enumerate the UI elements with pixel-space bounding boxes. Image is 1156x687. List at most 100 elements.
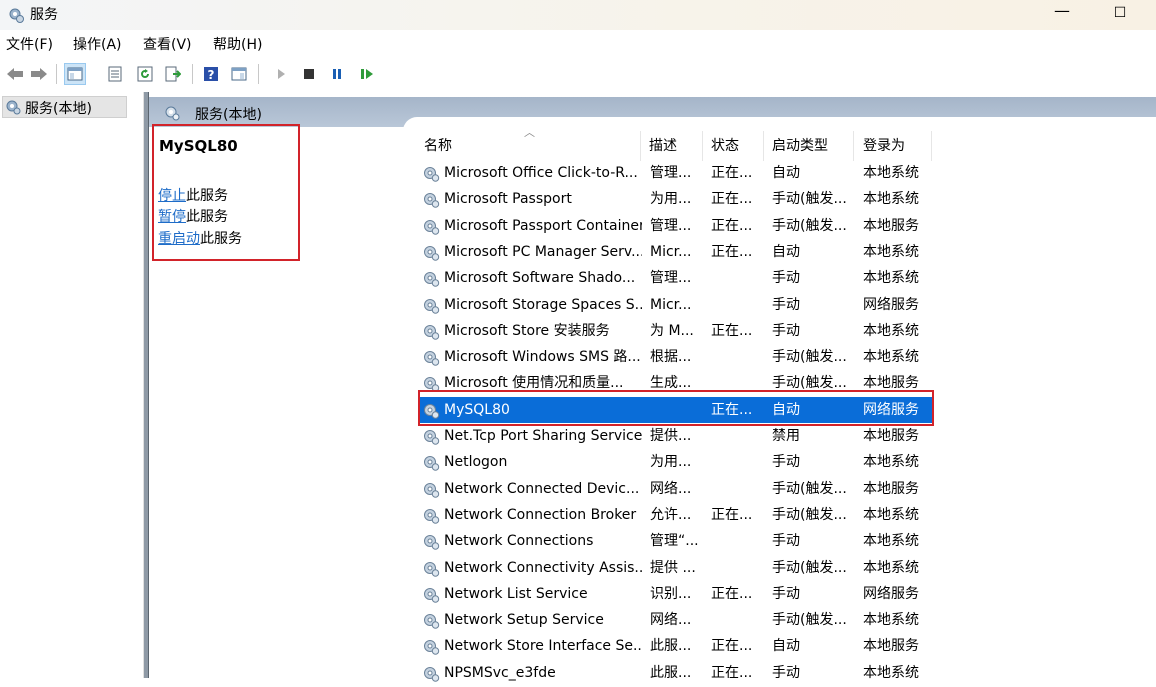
back-arrow-icon[interactable] — [4, 63, 26, 85]
service-description: 此服... — [650, 665, 692, 681]
table-row[interactable]: Microsoft Passport Container 管理... 正在... 手动… — [418, 213, 933, 239]
table-row[interactable]: Network Connectivity Assis... 提供 ... 手动(触发… — [418, 555, 933, 581]
table-row[interactable]: Net.Tcp Port Sharing Service 提供... 禁用 本地服务 — [418, 423, 933, 449]
service-description: 提供 ... — [650, 560, 696, 576]
table-row[interactable]: Microsoft Office Click-to-R... 管理... 正在...… — [418, 160, 933, 186]
table-row[interactable]: Network Store Interface Se... 此服... 正在... 自… — [418, 633, 933, 659]
service-status: 正在... — [711, 244, 753, 260]
table-row[interactable]: Network Connection Broker 允许... 正在... 手动(触发… — [418, 502, 933, 528]
export-list-icon[interactable] — [162, 63, 184, 85]
service-gear-icon — [422, 428, 440, 446]
service-status — [711, 607, 769, 633]
column-divider[interactable] — [763, 131, 764, 161]
stop-service-icon[interactable] — [298, 63, 320, 85]
table-row[interactable]: Microsoft Storage Spaces S... Micr... 手动 网络… — [418, 292, 933, 318]
service-logon-as: 本地系统 — [863, 507, 919, 523]
service-logon-as: 本地系统 — [863, 612, 919, 628]
maximize-button[interactable]: ☐ — [1106, 0, 1134, 26]
service-logon-as: 本地系统 — [863, 665, 919, 681]
service-logon-as: 本地服务 — [863, 481, 919, 497]
restart-service-icon[interactable] — [356, 63, 378, 85]
service-name: Microsoft Passport — [444, 191, 572, 207]
service-name: Network Connection Broker — [444, 507, 637, 523]
help-icon[interactable]: ? — [200, 63, 222, 85]
table-row[interactable]: Network List Service 识别... 正在... 手动 网络服务 — [418, 581, 933, 607]
service-status — [711, 449, 769, 475]
service-status — [711, 528, 769, 554]
service-gear-icon — [422, 270, 440, 288]
service-startup-type: 自动 — [772, 638, 800, 654]
service-logon-as: 本地系统 — [863, 533, 919, 549]
service-startup-type: 手动 — [772, 297, 800, 313]
minimize-button[interactable]: — — [1048, 0, 1076, 26]
service-startup-type: 禁用 — [772, 428, 800, 444]
table-row[interactable]: Microsoft Windows SMS 路... 根据... 手动(触发... 本… — [418, 344, 933, 370]
table-row[interactable]: Network Setup Service 网络... 手动(触发... 本地系统 — [418, 607, 933, 633]
service-gear-icon — [422, 165, 440, 183]
show-hide-console-tree-icon[interactable] — [64, 63, 86, 85]
table-row[interactable]: Netlogon 为用... 手动 本地系统 — [418, 449, 933, 475]
service-logon-as: 本地系统 — [863, 270, 919, 286]
service-gear-icon — [422, 454, 440, 472]
properties-icon[interactable] — [104, 63, 126, 85]
service-startup-type: 手动(触发... — [772, 349, 847, 365]
service-gear-icon — [422, 612, 440, 630]
menu-action[interactable]: 操作(A) — [73, 34, 122, 54]
service-status — [711, 292, 769, 318]
service-description: 网络... — [650, 612, 692, 628]
service-status — [711, 265, 769, 291]
forward-arrow-icon[interactable] — [28, 63, 50, 85]
column-divider[interactable] — [931, 131, 932, 161]
pause-service-icon[interactable] — [326, 63, 348, 85]
toolbar-separator — [258, 64, 259, 84]
table-row[interactable]: Microsoft Software Shado... 管理... 手动 本地系统 — [418, 265, 933, 291]
column-header-log-on-as[interactable]: 登录为 — [861, 136, 931, 160]
service-status — [711, 423, 769, 449]
table-row[interactable]: Microsoft Store 安装服务 为 M... 正在... 手动 本地系统 — [418, 318, 933, 344]
service-name: Network Connections — [444, 533, 594, 549]
service-status: 正在... — [711, 638, 753, 654]
menu-file[interactable]: 文件(F) — [6, 34, 53, 54]
show-action-pane-icon[interactable] — [228, 63, 250, 85]
service-description: 管理... — [650, 165, 692, 181]
service-logon-as: 本地系统 — [863, 244, 919, 260]
column-header-status[interactable]: 状态 — [709, 136, 765, 160]
service-gear-icon — [422, 533, 440, 551]
table-row[interactable]: Microsoft PC Manager Serv... Micr... 正在...… — [418, 239, 933, 265]
column-header-description[interactable]: 描述 — [647, 136, 703, 160]
service-startup-type: 自动 — [772, 244, 800, 260]
table-row[interactable]: Microsoft Passport 为用... 正在... 手动(触发... 本地系统 — [418, 186, 933, 212]
service-logon-as: 网络服务 — [863, 297, 919, 313]
service-description: 为用... — [650, 454, 692, 470]
refresh-icon[interactable] — [134, 63, 156, 85]
service-gear-icon — [422, 481, 440, 499]
console-tree — [0, 92, 144, 678]
service-logon-as: 本地系统 — [863, 454, 919, 470]
list-view — [403, 117, 1156, 131]
column-divider[interactable] — [702, 131, 703, 161]
service-logon-as: 本地服务 — [863, 638, 919, 654]
start-service-icon[interactable] — [270, 63, 292, 85]
service-name: NPSMSvc_e3fde — [444, 665, 556, 681]
service-name: Net.Tcp Port Sharing Service — [444, 428, 642, 444]
service-name: Network Connected Devic... — [444, 481, 640, 497]
service-startup-type: 手动(触发... — [772, 218, 847, 234]
services-gear-icon — [5, 99, 21, 119]
column-divider[interactable] — [853, 131, 854, 161]
table-row[interactable]: Network Connections 管理“... 手动 本地系统 — [418, 528, 933, 554]
column-header-name[interactable]: 名称 — [422, 136, 640, 160]
menu-help[interactable]: 帮助(H) — [213, 34, 262, 54]
service-startup-type: 手动 — [772, 270, 800, 286]
table-row[interactable]: NPSMSvc_e3fde 此服... 正在... 手动 本地系统 — [418, 660, 933, 686]
service-name: Microsoft Office Click-to-R... — [444, 165, 638, 181]
service-status — [711, 476, 769, 502]
service-startup-type: 手动 — [772, 533, 800, 549]
service-gear-icon — [422, 665, 440, 683]
menu-view[interactable]: 查看(V) — [143, 34, 192, 54]
services-header-icon — [163, 104, 181, 126]
column-header-startup-type[interactable]: 启动类型 — [770, 136, 854, 160]
service-description: 管理... — [650, 270, 692, 286]
table-row[interactable]: Network Connected Devic... 网络... 手动(触发... 本… — [418, 476, 933, 502]
toolbar-separator — [56, 64, 57, 84]
column-divider[interactable] — [640, 131, 641, 161]
